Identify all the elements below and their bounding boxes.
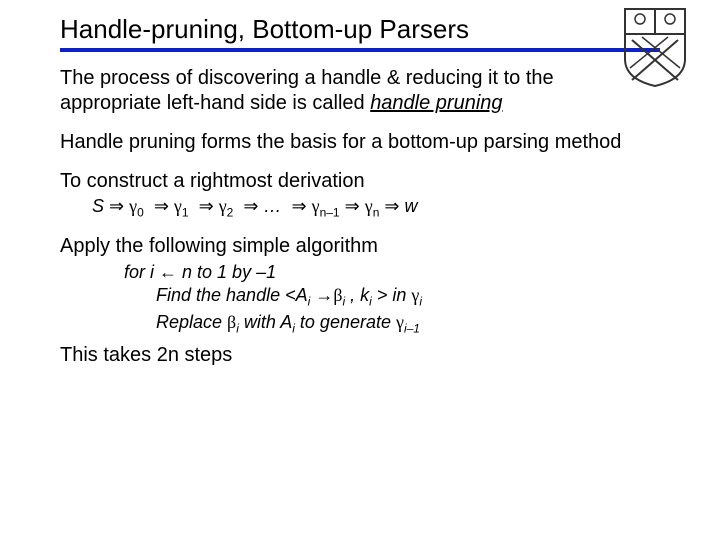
- algorithm-block: for i ← n to 1 by –1 Find the handle <Ai…: [92, 261, 660, 337]
- intro-emph: handle pruning: [370, 92, 502, 114]
- beta-i-2: β: [227, 312, 236, 332]
- university-crest: [620, 4, 690, 89]
- implies-icon: ⇒: [345, 196, 360, 216]
- gamma-i-1: γ: [396, 312, 404, 332]
- paragraph-apply: Apply the following simple algorithm: [60, 234, 660, 259]
- left-arrow-icon: ←: [159, 262, 177, 282]
- title-underline: [60, 48, 660, 52]
- algo-l2a: Find the handle <A: [156, 285, 308, 305]
- right-arrow-icon: →: [315, 285, 333, 305]
- slide-title: Handle-pruning, Bottom-up Parsers: [60, 15, 660, 44]
- gamma-0: γ: [129, 196, 137, 216]
- algo-line-2: Find the handle <Ai →βi , ki > in γi: [156, 284, 660, 310]
- algo-line-1: for i ← n to 1 by –1: [124, 261, 660, 284]
- deriv-dots: …: [263, 196, 281, 216]
- implies-icon: ⇒: [384, 196, 399, 216]
- gamma-n-1: γ: [312, 196, 320, 216]
- paragraph-basis: Handle pruning forms the basis for a bot…: [60, 130, 660, 155]
- algo-l1b: n to 1 by –1: [177, 262, 276, 282]
- implies-icon: ⇒: [199, 196, 214, 216]
- paragraph-intro: The process of discovering a handle & re…: [60, 66, 580, 116]
- algo-line-3: Replace βi with Ai to generate γi–1: [156, 311, 660, 337]
- implies-icon: ⇒: [154, 196, 169, 216]
- derivation-chain: S ⇒ γ0 ⇒ γ1 ⇒ γ2 ⇒ … ⇒ γn–1 ⇒ γn ⇒ w: [92, 196, 660, 220]
- gamma-1: γ: [174, 196, 182, 216]
- algo-l3c: to generate: [295, 312, 396, 332]
- deriv-s: S: [92, 196, 104, 216]
- implies-icon: ⇒: [243, 196, 258, 216]
- slide: Handle-pruning, Bottom-up Parsers The pr…: [0, 0, 720, 392]
- paragraph-construct: To construct a rightmost derivation: [60, 169, 660, 194]
- algo-l1a: for i: [124, 262, 159, 282]
- implies-icon: ⇒: [292, 196, 307, 216]
- algo-l2b: , k: [345, 285, 369, 305]
- gamma-n: γ: [365, 196, 373, 216]
- algo-l3a: Replace: [156, 312, 227, 332]
- implies-icon: ⇒: [109, 196, 124, 216]
- algo-l2c: > in: [372, 285, 412, 305]
- paragraph-steps: This takes 2n steps: [60, 343, 660, 368]
- gamma-2: γ: [219, 196, 227, 216]
- algo-l3b: with A: [239, 312, 292, 332]
- deriv-w: w: [405, 196, 418, 216]
